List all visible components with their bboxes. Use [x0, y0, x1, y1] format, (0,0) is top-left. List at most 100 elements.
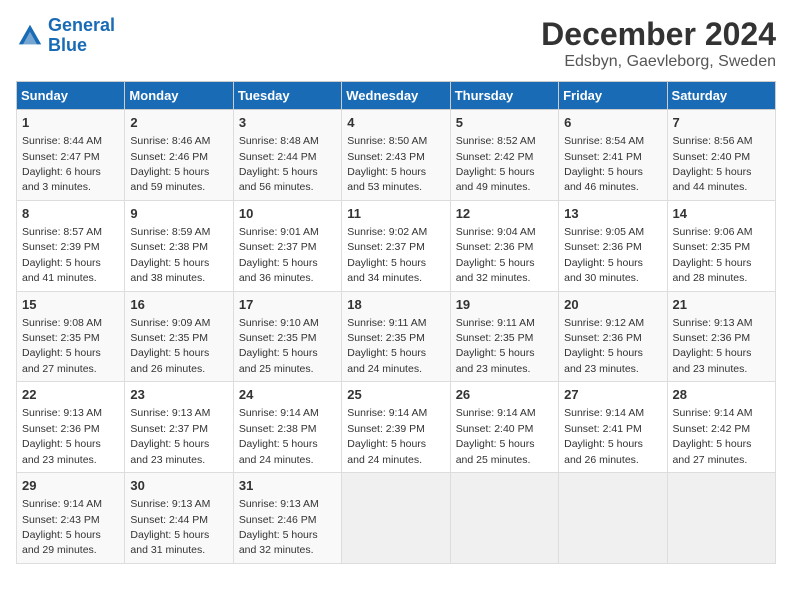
day-cell: 15 Sunrise: 9:08 AMSunset: 2:35 PMDayligh…	[17, 291, 125, 382]
day-cell: 24 Sunrise: 9:14 AMSunset: 2:38 PMDayligh…	[233, 382, 341, 473]
day-info: Sunrise: 9:01 AMSunset: 2:37 PMDaylight:…	[239, 226, 319, 284]
col-header-saturday: Saturday	[667, 82, 775, 110]
day-number: 17	[239, 296, 336, 314]
col-header-wednesday: Wednesday	[342, 82, 450, 110]
day-number: 15	[22, 296, 119, 314]
day-info: Sunrise: 9:14 AMSunset: 2:42 PMDaylight:…	[673, 407, 753, 465]
day-cell: 26 Sunrise: 9:14 AMSunset: 2:40 PMDayligh…	[450, 382, 558, 473]
day-info: Sunrise: 9:14 AMSunset: 2:43 PMDaylight:…	[22, 498, 102, 556]
day-cell: 30 Sunrise: 9:13 AMSunset: 2:44 PMDayligh…	[125, 473, 233, 564]
day-info: Sunrise: 9:13 AMSunset: 2:46 PMDaylight:…	[239, 498, 319, 556]
day-number: 24	[239, 386, 336, 404]
day-cell: 25 Sunrise: 9:14 AMSunset: 2:39 PMDayligh…	[342, 382, 450, 473]
day-number: 29	[22, 477, 119, 495]
day-number: 30	[130, 477, 227, 495]
calendar-body: 1Sunrise: 8:44 AMSunset: 2:47 PMDaylight…	[17, 110, 776, 564]
day-info: Sunrise: 9:08 AMSunset: 2:35 PMDaylight:…	[22, 317, 102, 375]
day-cell: 12 Sunrise: 9:04 AMSunset: 2:36 PMDayligh…	[450, 200, 558, 291]
week-row-4: 22 Sunrise: 9:13 AMSunset: 2:36 PMDayligh…	[17, 382, 776, 473]
day-info: Sunrise: 9:10 AMSunset: 2:35 PMDaylight:…	[239, 317, 319, 375]
col-header-friday: Friday	[559, 82, 667, 110]
day-info: Sunrise: 9:14 AMSunset: 2:39 PMDaylight:…	[347, 407, 427, 465]
week-row-3: 15 Sunrise: 9:08 AMSunset: 2:35 PMDayligh…	[17, 291, 776, 382]
main-title: December 2024	[541, 16, 776, 53]
day-cell	[450, 473, 558, 564]
day-cell: 22 Sunrise: 9:13 AMSunset: 2:36 PMDayligh…	[17, 382, 125, 473]
day-info: Sunrise: 9:14 AMSunset: 2:41 PMDaylight:…	[564, 407, 644, 465]
day-info: Sunrise: 9:05 AMSunset: 2:36 PMDaylight:…	[564, 226, 644, 284]
day-info: Sunrise: 8:57 AMSunset: 2:39 PMDaylight:…	[22, 226, 102, 284]
day-info: Sunrise: 8:54 AMSunset: 2:41 PMDaylight:…	[564, 135, 644, 193]
day-number: 3	[239, 114, 336, 132]
day-cell: 23 Sunrise: 9:13 AMSunset: 2:37 PMDayligh…	[125, 382, 233, 473]
day-number: 19	[456, 296, 553, 314]
day-cell: 7Sunrise: 8:56 AMSunset: 2:40 PMDaylight…	[667, 110, 775, 201]
day-number: 11	[347, 205, 444, 223]
day-info: Sunrise: 8:50 AMSunset: 2:43 PMDaylight:…	[347, 135, 427, 193]
day-cell: 28 Sunrise: 9:14 AMSunset: 2:42 PMDayligh…	[667, 382, 775, 473]
logo-line1: General	[48, 15, 115, 35]
col-header-thursday: Thursday	[450, 82, 558, 110]
day-number: 14	[673, 205, 770, 223]
day-cell: 21Sunrise: 9:13 AMSunset: 2:36 PMDayligh…	[667, 291, 775, 382]
day-info: Sunrise: 9:11 AMSunset: 2:35 PMDaylight:…	[456, 317, 535, 375]
day-info: Sunrise: 9:11 AMSunset: 2:35 PMDaylight:…	[347, 317, 426, 375]
col-header-tuesday: Tuesday	[233, 82, 341, 110]
day-cell: 11 Sunrise: 9:02 AMSunset: 2:37 PMDayligh…	[342, 200, 450, 291]
day-info: Sunrise: 9:12 AMSunset: 2:36 PMDaylight:…	[564, 317, 644, 375]
day-number: 5	[456, 114, 553, 132]
week-row-5: 29 Sunrise: 9:14 AMSunset: 2:43 PMDayligh…	[17, 473, 776, 564]
week-row-2: 8 Sunrise: 8:57 AMSunset: 2:39 PMDaylight…	[17, 200, 776, 291]
day-cell: 16Sunrise: 9:09 AMSunset: 2:35 PMDayligh…	[125, 291, 233, 382]
day-cell: 31 Sunrise: 9:13 AMSunset: 2:46 PMDayligh…	[233, 473, 341, 564]
calendar-header-row: SundayMondayTuesdayWednesdayThursdayFrid…	[17, 82, 776, 110]
day-info: Sunrise: 8:46 AMSunset: 2:46 PMDaylight:…	[130, 135, 210, 193]
day-number: 26	[456, 386, 553, 404]
day-number: 27	[564, 386, 661, 404]
day-cell: 3 Sunrise: 8:48 AMSunset: 2:44 PMDaylight…	[233, 110, 341, 201]
day-number: 22	[22, 386, 119, 404]
day-number: 8	[22, 205, 119, 223]
day-cell	[667, 473, 775, 564]
logo: General Blue	[16, 16, 115, 56]
day-cell: 19 Sunrise: 9:11 AMSunset: 2:35 PMDayligh…	[450, 291, 558, 382]
day-number: 28	[673, 386, 770, 404]
day-info: Sunrise: 8:48 AMSunset: 2:44 PMDaylight:…	[239, 135, 319, 193]
day-number: 7	[673, 114, 770, 132]
day-cell: 13 Sunrise: 9:05 AMSunset: 2:36 PMDayligh…	[559, 200, 667, 291]
day-number: 6	[564, 114, 661, 132]
day-number: 23	[130, 386, 227, 404]
day-number: 16	[130, 296, 227, 314]
day-info: Sunrise: 9:06 AMSunset: 2:35 PMDaylight:…	[673, 226, 753, 284]
day-cell: 29 Sunrise: 9:14 AMSunset: 2:43 PMDayligh…	[17, 473, 125, 564]
day-info: Sunrise: 9:14 AMSunset: 2:38 PMDaylight:…	[239, 407, 319, 465]
day-cell: 6 Sunrise: 8:54 AMSunset: 2:41 PMDaylight…	[559, 110, 667, 201]
day-cell: 8 Sunrise: 8:57 AMSunset: 2:39 PMDaylight…	[17, 200, 125, 291]
day-info: Sunrise: 9:13 AMSunset: 2:44 PMDaylight:…	[130, 498, 210, 556]
day-info: Sunrise: 8:52 AMSunset: 2:42 PMDaylight:…	[456, 135, 536, 193]
title-area: December 2024 Edsbyn, Gaevleborg, Sweden	[541, 16, 776, 71]
day-number: 25	[347, 386, 444, 404]
day-info: Sunrise: 9:13 AMSunset: 2:36 PMDaylight:…	[22, 407, 102, 465]
day-cell: 14 Sunrise: 9:06 AMSunset: 2:35 PMDayligh…	[667, 200, 775, 291]
day-number: 18	[347, 296, 444, 314]
day-cell: 1Sunrise: 8:44 AMSunset: 2:47 PMDaylight…	[17, 110, 125, 201]
day-info: Sunrise: 9:14 AMSunset: 2:40 PMDaylight:…	[456, 407, 536, 465]
page-header: General Blue December 2024 Edsbyn, Gaevl…	[16, 16, 776, 71]
day-info: Sunrise: 9:02 AMSunset: 2:37 PMDaylight:…	[347, 226, 427, 284]
day-number: 31	[239, 477, 336, 495]
day-cell: 27 Sunrise: 9:14 AMSunset: 2:41 PMDayligh…	[559, 382, 667, 473]
day-cell	[559, 473, 667, 564]
subtitle: Edsbyn, Gaevleborg, Sweden	[541, 53, 776, 71]
day-cell: 4 Sunrise: 8:50 AMSunset: 2:43 PMDaylight…	[342, 110, 450, 201]
day-number: 12	[456, 205, 553, 223]
day-cell: 18 Sunrise: 9:11 AMSunset: 2:35 PMDayligh…	[342, 291, 450, 382]
day-cell: 5 Sunrise: 8:52 AMSunset: 2:42 PMDaylight…	[450, 110, 558, 201]
day-number: 4	[347, 114, 444, 132]
day-number: 13	[564, 205, 661, 223]
day-info: Sunrise: 9:13 AMSunset: 2:37 PMDaylight:…	[130, 407, 210, 465]
day-info: Sunrise: 9:04 AMSunset: 2:36 PMDaylight:…	[456, 226, 536, 284]
day-number: 21	[673, 296, 770, 314]
logo-icon	[16, 22, 44, 50]
day-number: 9	[130, 205, 227, 223]
